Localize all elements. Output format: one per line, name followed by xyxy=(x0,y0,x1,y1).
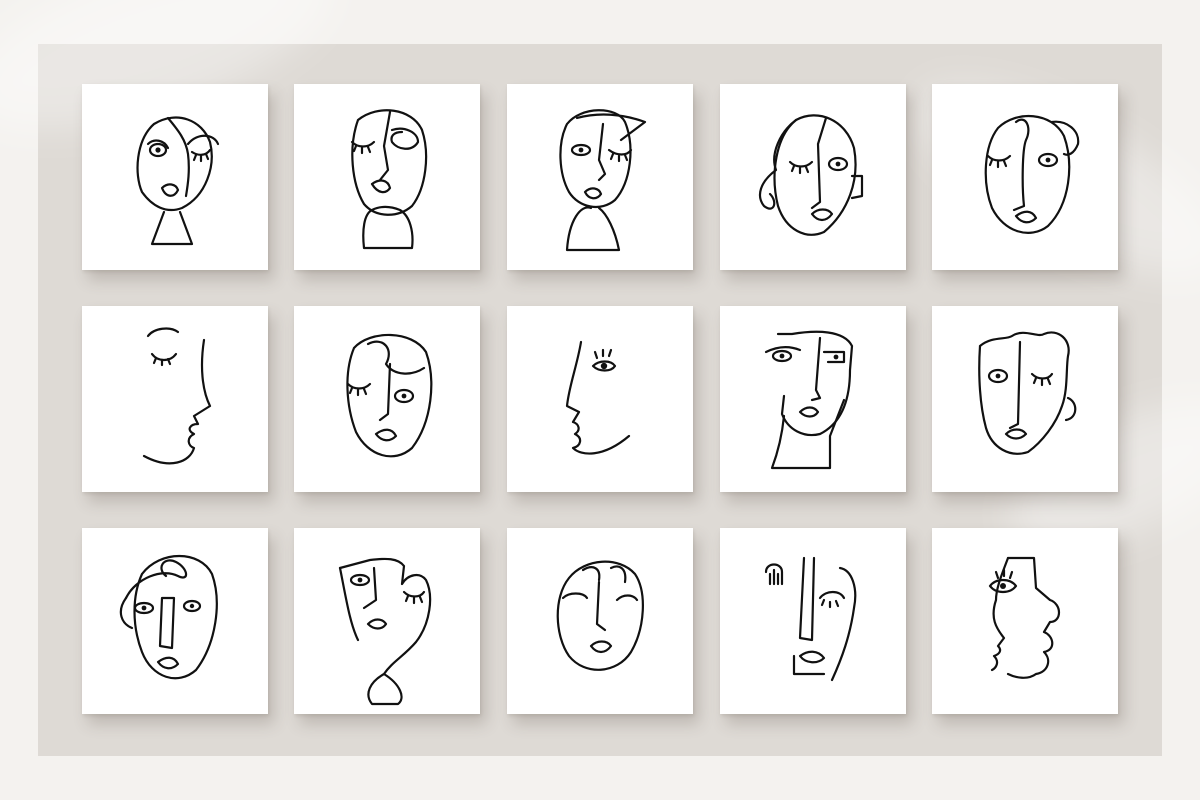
face-line-art-profile-cubist-icon xyxy=(988,556,1061,679)
art-card xyxy=(294,84,480,270)
face-line-art-profile-closed-eye-icon xyxy=(142,327,212,465)
face-line-art-bust-winking-icon xyxy=(136,116,220,246)
art-card xyxy=(82,84,268,270)
art-card xyxy=(507,528,693,714)
art-card xyxy=(294,306,480,492)
art-card xyxy=(507,306,693,492)
face-line-art-comb-eye-icon xyxy=(764,556,857,682)
face-line-art-profile-open-eye-icon xyxy=(565,340,631,455)
face-line-art-wavy-top-icon xyxy=(978,331,1077,455)
face-line-art-curl-hair-icon xyxy=(346,333,433,458)
face-line-art-wavy-hair-icon xyxy=(758,114,864,236)
face-line-art-split-face-icon xyxy=(338,557,432,706)
art-card xyxy=(932,84,1118,270)
art-card xyxy=(932,528,1118,714)
art-card xyxy=(82,306,268,492)
scene xyxy=(0,0,1200,800)
face-line-art-winking-ear-icon xyxy=(984,115,1080,234)
art-card xyxy=(82,528,268,714)
art-card xyxy=(507,84,693,270)
face-line-art-bust-closed-eye-icon xyxy=(350,109,428,250)
face-line-art-loop-hair-icon xyxy=(119,554,218,680)
art-card xyxy=(720,528,906,714)
face-line-art-hat-bust-icon xyxy=(559,109,647,252)
art-card xyxy=(720,306,906,492)
art-card xyxy=(932,306,1118,492)
art-card xyxy=(294,528,480,714)
face-line-art-oval-mask-icon xyxy=(556,560,644,671)
art-card xyxy=(720,84,906,270)
face-line-art-angular-neck-icon xyxy=(764,330,854,470)
